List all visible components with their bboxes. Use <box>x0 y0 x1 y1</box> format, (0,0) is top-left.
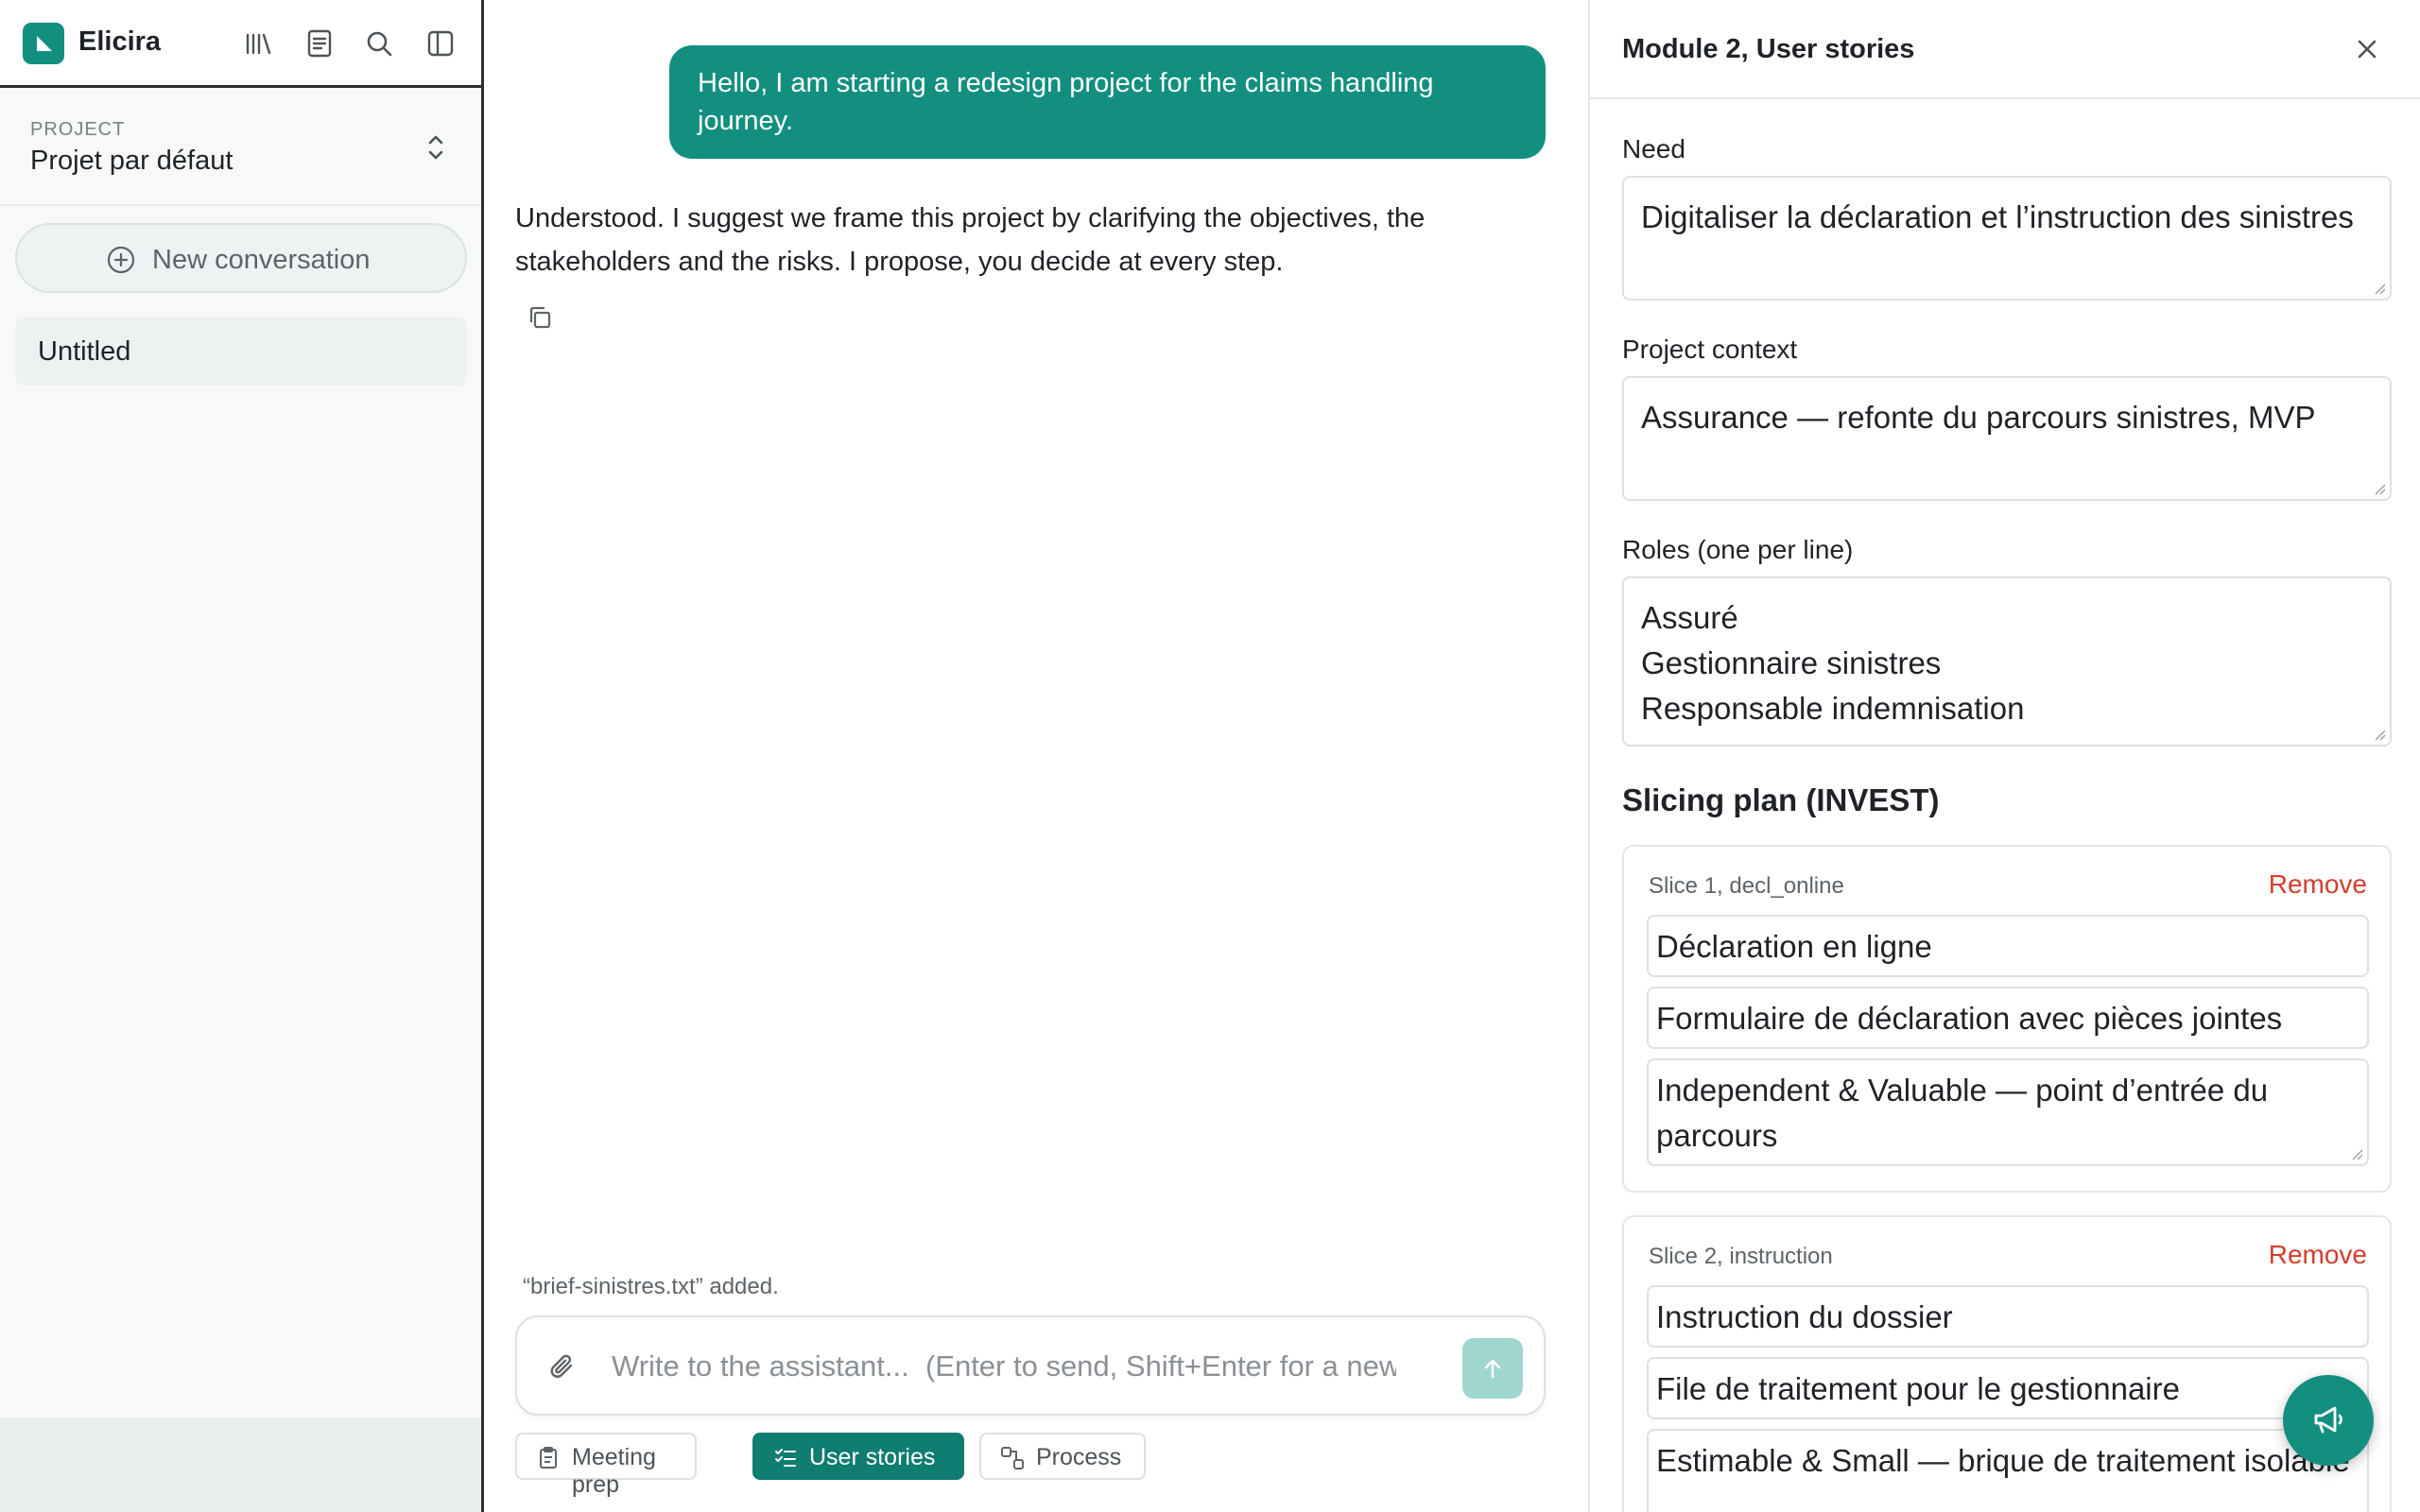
conversation-item[interactable]: Untitled <box>15 318 467 386</box>
role-line: Gestionnaire sinistres <box>1641 645 1942 680</box>
resize-handle-icon[interactable] <box>2373 482 2386 495</box>
mode-meeting-prep-button[interactable]: Meeting prep <box>515 1433 697 1498</box>
remove-slice-button[interactable]: Remove <box>2269 1240 2367 1270</box>
roles-label: Roles (one per line) <box>1622 535 1854 564</box>
panel-header: Module 2, User stories <box>1590 0 2420 99</box>
slice-invest-textarea[interactable]: Independent & Valuable — point d’entrée … <box>1647 1058 2369 1166</box>
process-icon <box>1001 1447 1024 1469</box>
roles-textarea[interactable]: Assuré Gestionnaire sinistres Responsabl… <box>1622 576 2392 747</box>
close-icon[interactable] <box>2352 34 2382 64</box>
slice-description-input[interactable]: File de traitement pour le gestionnaire <box>1647 1357 2369 1419</box>
context-textarea[interactable]: Assurance — refonte du parcours sinistre… <box>1622 376 2392 501</box>
remove-slice-button[interactable]: Remove <box>2269 869 2367 900</box>
megaphone-icon <box>2314 1406 2342 1434</box>
toggle-sidebar-icon[interactable] <box>422 25 459 62</box>
send-button[interactable] <box>1462 1338 1523 1399</box>
new-conversation-button[interactable]: New conversation <box>15 223 467 293</box>
need-label: Need <box>1622 134 1685 163</box>
library-icon[interactable] <box>239 25 277 62</box>
notes-icon[interactable] <box>301 25 338 62</box>
resize-handle-icon[interactable] <box>2373 282 2386 295</box>
mode-label: Process <box>1036 1444 1122 1470</box>
mode-process-button[interactable]: Process <box>979 1433 1146 1480</box>
conversation-label: Untitled <box>38 336 131 367</box>
mode-user-stories-button[interactable]: User stories <box>752 1433 964 1480</box>
slice-title: Instruction du dossier <box>1656 1299 1953 1334</box>
slice-title-input[interactable]: Instruction du dossier <box>1647 1285 2369 1348</box>
project-label: PROJECT <box>30 119 126 140</box>
slice-invest-textarea[interactable]: Estimable & Small — brique de traitement… <box>1647 1429 2369 1512</box>
chevron-up-down-icon <box>428 135 443 160</box>
file-added-notice: “brief-sinistres.txt” added. <box>523 1274 779 1299</box>
slice-label: Slice 1, decl_online <box>1649 873 1844 899</box>
mode-label: User stories <box>809 1444 936 1470</box>
user-stories-panel: Module 2, User stories Need Digitaliser … <box>1588 0 2420 1512</box>
context-label: Project context <box>1622 335 1798 364</box>
role-line: Responsable indemnisation <box>1641 691 2025 726</box>
chat-area: Hello, I am starting a redesign project … <box>487 0 1588 1512</box>
need-value: Digitaliser la déclaration et l’instruct… <box>1641 199 2354 234</box>
slice-invest: Independent & Valuable — point d’entrée … <box>1656 1073 2269 1153</box>
arrow-up-icon <box>1484 1359 1501 1379</box>
slice-card: Slice 1, decl_online Remove Déclaration … <box>1622 845 2392 1193</box>
sidebar: Elicira PROJECT Projet par défaut New co… <box>0 0 484 1512</box>
slice-description: File de traitement pour le gestionnaire <box>1656 1371 2180 1406</box>
slice-card: Slice 2, instruction Remove Instruction … <box>1622 1215 2392 1512</box>
plus-circle-icon <box>107 246 135 274</box>
copy-icon[interactable] <box>525 302 555 333</box>
resize-handle-icon[interactable] <box>2350 1147 2363 1160</box>
role-line: Assuré <box>1641 600 1738 635</box>
project-selector[interactable]: PROJECT Projet par défaut <box>0 91 481 206</box>
sidebar-header: Elicira <box>0 0 481 88</box>
need-textarea[interactable]: Digitaliser la déclaration et l’instruct… <box>1622 176 2392 301</box>
slice-invest: Estimable & Small — brique de traitement… <box>1656 1443 2350 1478</box>
slice-title: Déclaration en ligne <box>1656 929 1932 964</box>
project-name: Projet par défaut <box>30 146 233 176</box>
resize-handle-icon[interactable] <box>2373 728 2386 741</box>
paperclip-icon[interactable] <box>545 1349 579 1383</box>
app-name: Elicira <box>78 26 162 57</box>
new-conversation-label: New conversation <box>152 245 371 275</box>
feedback-button[interactable] <box>2283 1375 2374 1466</box>
sidebar-footer <box>0 1418 481 1512</box>
user-message: Hello, I am starting a redesign project … <box>669 45 1546 159</box>
slicing-plan-title: Slicing plan (INVEST) <box>1622 782 1940 817</box>
mode-label: Meeting prep <box>572 1444 656 1498</box>
app-logo-icon <box>23 23 64 64</box>
clipboard-icon <box>540 1447 557 1469</box>
search-icon[interactable] <box>360 25 398 62</box>
message-composer <box>515 1315 1546 1416</box>
checklist-icon <box>775 1449 796 1467</box>
slice-description-input[interactable]: Formulaire de déclaration avec pièces jo… <box>1647 987 2369 1049</box>
slice-title-input[interactable]: Déclaration en ligne <box>1647 915 2369 977</box>
slice-label: Slice 2, instruction <box>1649 1244 1833 1269</box>
context-value: Assurance — refonte du parcours sinistre… <box>1641 400 2316 435</box>
slice-description: Formulaire de déclaration avec pièces jo… <box>1656 1001 2283 1036</box>
assistant-message: Understood. I suggest we frame this proj… <box>515 203 1426 277</box>
panel-title: Module 2, User stories <box>1622 34 1915 64</box>
message-input[interactable] <box>612 1340 1396 1393</box>
